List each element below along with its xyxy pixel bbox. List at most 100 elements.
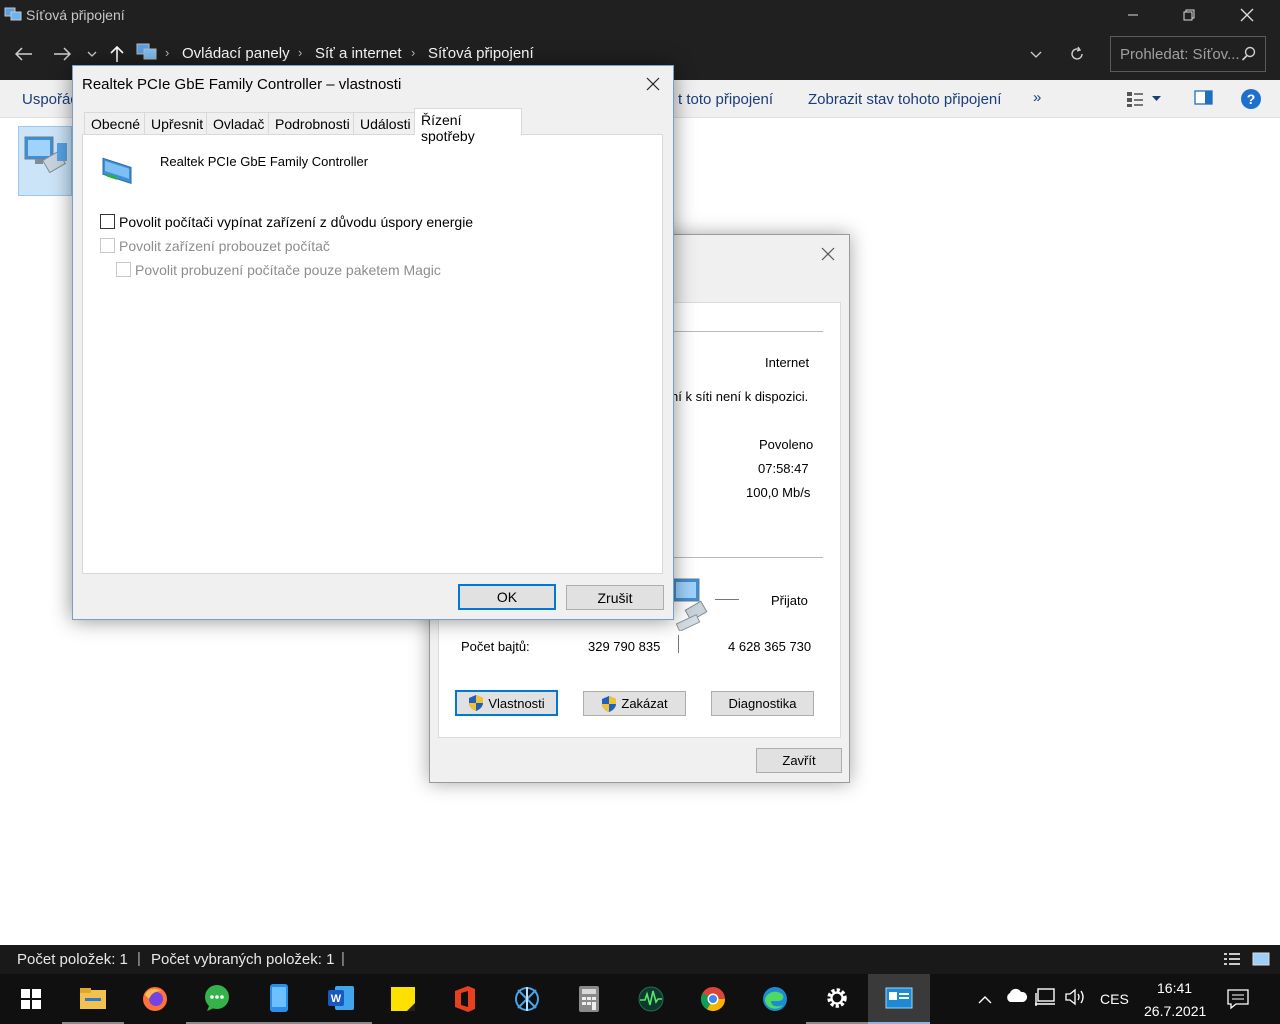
diagnose-label: Diagnostika	[728, 696, 797, 711]
volume-tray-button[interactable]	[1064, 988, 1088, 1010]
search-icon	[1241, 46, 1256, 61]
taskbar-resource-monitor[interactable]	[620, 974, 682, 1024]
dialog-close-button[interactable]	[639, 72, 667, 96]
status-properties-button[interactable]: Vlastnosti	[455, 690, 558, 716]
status-bar: Počet položek: 1 | Počet vybraných polož…	[0, 945, 1280, 974]
tab-driver[interactable]: Ovladač	[206, 112, 271, 134]
magic-packet-checkbox[interactable]	[116, 262, 131, 277]
restore-icon	[1183, 9, 1195, 21]
word-icon: W	[328, 986, 354, 1010]
taskbar-settings[interactable]	[806, 974, 868, 1024]
ok-button[interactable]: OK	[458, 584, 556, 610]
network-folder-icon	[4, 7, 22, 21]
caret-down-icon	[1152, 96, 1161, 101]
start-button[interactable]	[0, 974, 62, 1024]
close-icon	[821, 247, 835, 261]
change-view-button[interactable]	[1126, 88, 1172, 110]
back-button[interactable]	[8, 38, 40, 70]
firefox-icon	[143, 987, 167, 1011]
speed-value: 100,0 Mb/s	[746, 485, 811, 500]
calculator-icon	[579, 986, 599, 1012]
media-state-value: Povoleno	[759, 437, 814, 452]
chevron-up-icon	[978, 995, 992, 1003]
cancel-button[interactable]: Zrušit	[566, 585, 664, 610]
svg-text:?: ?	[1247, 91, 1256, 107]
more-commands-button[interactable]: »	[1033, 89, 1041, 106]
close-icon	[1240, 8, 1254, 22]
details-view-button[interactable]	[1223, 951, 1243, 969]
item-count: Počet položek: 1	[17, 951, 128, 968]
input-language[interactable]: CES	[1100, 991, 1129, 1007]
organize-button[interactable]: Uspořád	[22, 91, 79, 108]
selected-count: Počet vybraných položek: 1	[151, 951, 335, 968]
taskbar-network-connections[interactable]	[868, 974, 930, 1024]
taskbar-chrome[interactable]	[682, 974, 744, 1024]
cloud-icon	[1007, 988, 1028, 1002]
refresh-icon	[1071, 46, 1083, 60]
arrow-right-icon	[54, 47, 71, 61]
taskbar-firefox[interactable]	[124, 974, 186, 1024]
tab-power-management[interactable]: Řízení spotřeby	[414, 108, 522, 144]
taskbar-chat[interactable]	[186, 974, 248, 1024]
minimize-button[interactable]	[1110, 0, 1156, 30]
office-icon	[455, 986, 475, 1012]
tab-advanced[interactable]: Upřesnit	[144, 112, 210, 134]
preview-pane-button[interactable]	[1194, 89, 1216, 109]
status-close-button[interactable]: Zavřít	[756, 748, 842, 773]
breadcrumb-item[interactable]: Síť a internet	[315, 45, 402, 62]
network-card-icon	[102, 157, 132, 185]
large-icons-view-button[interactable]	[1252, 951, 1272, 969]
allow-wake-checkbox[interactable]	[100, 238, 115, 253]
breadcrumb-item[interactable]: Síťová připojení	[428, 45, 534, 62]
close-button[interactable]	[1224, 0, 1270, 30]
ok-label: OK	[496, 589, 518, 605]
taskbar: W CES 16:41 26.7.2021	[0, 974, 1280, 1024]
diagnose-button[interactable]: Diagnostika	[711, 691, 814, 716]
taskbar-calculator[interactable]	[558, 974, 620, 1024]
show-hidden-icons-button[interactable]	[974, 988, 996, 1010]
disable-button[interactable]: Zakázat	[583, 691, 686, 716]
onedrive-tray-button[interactable]	[1004, 988, 1028, 1010]
tab-details[interactable]: Podrobnosti	[268, 112, 356, 134]
cancel-label: Zrušit	[597, 589, 633, 606]
taskbar-network-tool[interactable]	[496, 974, 558, 1024]
taskbar-edge[interactable]	[744, 974, 806, 1024]
network-tray-button[interactable]	[1034, 988, 1058, 1010]
rename-connection-button[interactable]: t toto připojení	[678, 91, 773, 108]
edge-icon	[763, 987, 787, 1011]
allow-turn-off-checkbox[interactable]	[100, 214, 115, 229]
breadcrumb-item[interactable]: Ovládací panely	[182, 45, 290, 62]
taskbar-sticky-notes[interactable]	[372, 974, 434, 1024]
action-center-button[interactable]	[1226, 987, 1254, 1013]
network-location-icon	[136, 43, 157, 60]
magic-packet-label: Povolit probuzení počítače pouze paketem…	[135, 262, 441, 278]
clock-time: 16:41	[1157, 980, 1193, 996]
status-separator: |	[341, 950, 345, 967]
refresh-button[interactable]	[1062, 40, 1092, 68]
preview-pane-icon	[1194, 90, 1213, 105]
view-status-button[interactable]: Zobrazit stav tohoto připojení	[808, 91, 1001, 108]
status-separator: |	[137, 950, 141, 967]
breadcrumb-separator: ›	[165, 45, 170, 60]
allow-turn-off-label: Povolit počítači vypínat zařízení z důvo…	[119, 214, 474, 230]
taskbar-word[interactable]: W	[310, 974, 372, 1024]
network-connections-icon	[885, 987, 913, 1009]
allow-wake-label: Povolit zařízení probouzet počítač	[119, 238, 330, 254]
chevron-down-icon	[87, 51, 97, 57]
tab-general[interactable]: Obecné	[84, 112, 147, 134]
wired-network-icon	[1035, 988, 1055, 1006]
bytes-received-value: 4 628 365 730	[728, 639, 812, 654]
tab-events[interactable]: Události	[353, 112, 417, 134]
start-icon	[21, 989, 41, 1009]
status-dialog-close-button[interactable]	[815, 243, 841, 265]
uac-shield-icon	[602, 695, 617, 712]
sticky-notes-icon	[391, 987, 415, 1011]
help-button[interactable]: ?	[1240, 88, 1262, 110]
restore-button[interactable]	[1166, 0, 1212, 30]
network-adapter-item[interactable]	[18, 126, 72, 196]
taskbar-file-explorer[interactable]	[62, 974, 124, 1024]
address-dropdown-button[interactable]	[1024, 40, 1048, 68]
taskbar-office[interactable]	[434, 974, 496, 1024]
clock[interactable]: 16:41 26.7.2021	[1140, 978, 1210, 1022]
taskbar-phone[interactable]	[248, 974, 310, 1024]
